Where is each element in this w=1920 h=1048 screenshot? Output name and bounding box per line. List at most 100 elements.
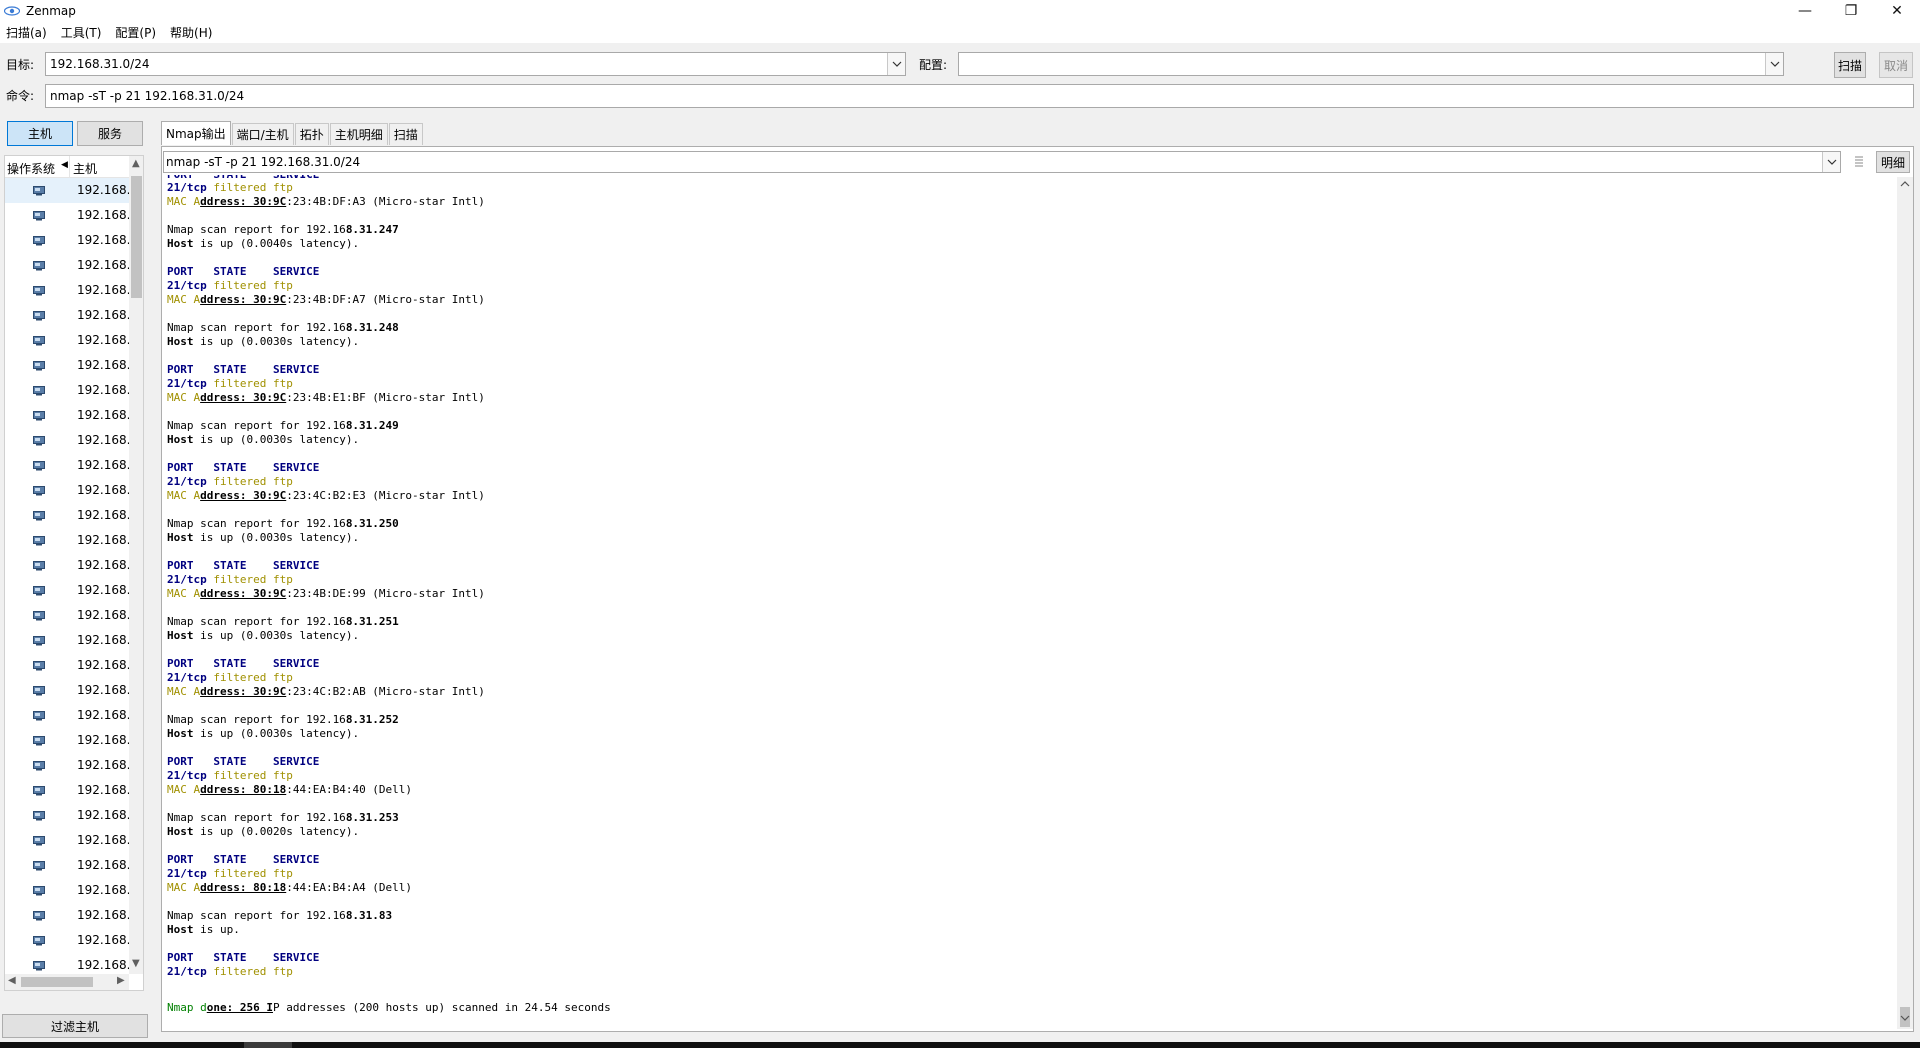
host-row[interactable]: 192.168.3 bbox=[5, 328, 129, 353]
sort-arrow-icon: ◀ bbox=[61, 160, 68, 170]
mac-suffix: :44:EA:B4:40 (Dell) bbox=[286, 783, 413, 796]
log-mac-line: MAC Address: 80:18:44:EA:B4:40 (Dell) bbox=[167, 783, 1895, 797]
menu-scan[interactable]: 扫描(a) bbox=[6, 24, 47, 41]
host-row[interactable]: 192.168.3 bbox=[5, 478, 129, 503]
host-row[interactable]: 192.168.3 bbox=[5, 603, 129, 628]
menu-profile[interactable]: 配置(P) bbox=[115, 24, 156, 41]
target-dropdown-chevron-icon[interactable] bbox=[887, 53, 905, 75]
host-row[interactable]: 192.168.3 bbox=[5, 803, 129, 828]
output-command-value: nmap -sT -p 21 192.168.31.0/24 bbox=[166, 155, 361, 169]
os-unknown-icon bbox=[33, 610, 45, 624]
host-ip: 192.168.3 bbox=[77, 383, 129, 397]
output-command-combobox[interactable]: nmap -sT -p 21 192.168.31.0/24 bbox=[163, 151, 1841, 173]
scroll-left-arrow-icon[interactable]: ◀ bbox=[8, 975, 16, 986]
host-row[interactable]: 192.168.3 bbox=[5, 578, 129, 603]
profile-dropdown-chevron-icon[interactable] bbox=[1765, 53, 1783, 75]
column-header-os[interactable]: 操作系统 bbox=[7, 160, 55, 177]
host-row[interactable]: 192.168.3 bbox=[5, 278, 129, 303]
tab-topology[interactable]: 拓扑 bbox=[294, 123, 329, 145]
host-list: 操作系统 ◀ 主机 192.168.3192.168.3192.168.3192… bbox=[4, 155, 144, 991]
taskbar-app-button[interactable] bbox=[244, 1042, 292, 1048]
menu-help[interactable]: 帮助(H) bbox=[170, 24, 212, 41]
host-row[interactable]: 192.168.3 bbox=[5, 528, 129, 553]
host-row[interactable]: 192.168.3 bbox=[5, 228, 129, 253]
host-row[interactable]: 192.168.3 bbox=[5, 653, 129, 678]
port-header-text: PORT STATE SERVICE bbox=[167, 265, 320, 278]
os-unknown-icon bbox=[33, 260, 45, 274]
log-blank-line bbox=[167, 839, 1895, 853]
scroll-up-arrow-icon[interactable]: ▲ bbox=[132, 158, 140, 169]
host-row[interactable]: 192.168.3 bbox=[5, 203, 129, 228]
profile-combobox[interactable] bbox=[958, 52, 1784, 76]
host-row[interactable]: 192.168.3 bbox=[5, 178, 129, 203]
tab-host-details[interactable]: 主机明细 bbox=[329, 123, 388, 145]
tab-nmap-output[interactable]: Nmap输出 bbox=[161, 121, 231, 145]
host-row[interactable]: 192.168.3 bbox=[5, 928, 129, 953]
host-row[interactable]: 192.168.3 bbox=[5, 753, 129, 778]
host-row[interactable]: 192.168.3 bbox=[5, 428, 129, 453]
log-port-line: 21/tcp filtered ftp bbox=[167, 965, 1895, 979]
output-scroll-down-arrow-icon[interactable] bbox=[1900, 1013, 1910, 1024]
host-row[interactable]: 192.168.3 bbox=[5, 878, 129, 903]
log-blank-line bbox=[167, 209, 1895, 223]
host-row[interactable]: 192.168.3 bbox=[5, 828, 129, 853]
output-scroll-up-arrow-icon[interactable] bbox=[1900, 179, 1910, 190]
done-prefix: Nmap d bbox=[167, 1001, 207, 1014]
highlight-lines-icon[interactable] bbox=[1854, 155, 1864, 172]
host-row[interactable]: 192.168.3 bbox=[5, 503, 129, 528]
log-host-up-line: Host is up (0.0030s latency). bbox=[167, 335, 1895, 349]
column-divider[interactable] bbox=[69, 156, 70, 178]
host-row[interactable]: 192.168.3 bbox=[5, 628, 129, 653]
log-port-header: PORT STATE SERVICE bbox=[167, 657, 1895, 671]
scroll-thumb[interactable] bbox=[131, 176, 142, 298]
mac-prefix: MAC A bbox=[167, 881, 201, 894]
restore-button[interactable]: ❐ bbox=[1828, 0, 1874, 22]
host-row[interactable]: 192.168.3 bbox=[5, 703, 129, 728]
host-row[interactable]: 192.168.3 bbox=[5, 353, 129, 378]
host-ip: 192.168.3 bbox=[77, 308, 129, 322]
details-button[interactable]: 明细 bbox=[1876, 151, 1910, 173]
cancel-button[interactable]: 取消 bbox=[1879, 52, 1913, 78]
command-label: 命令: bbox=[6, 89, 35, 103]
host-row[interactable]: 192.168.3 bbox=[5, 253, 129, 278]
port-header-text: PORT STATE SERVICE bbox=[167, 951, 320, 964]
scroll-down-arrow-icon[interactable]: ▼ bbox=[132, 958, 140, 969]
host-row[interactable]: 192.168.3 bbox=[5, 303, 129, 328]
host-ip: 192.168.3 bbox=[77, 683, 129, 697]
filter-hosts-button[interactable]: 过滤主机 bbox=[2, 1014, 148, 1038]
scroll-right-arrow-icon[interactable]: ▶ bbox=[117, 975, 125, 986]
host-ip: 192.168.3 bbox=[77, 408, 129, 422]
host-row[interactable]: 192.168.3 bbox=[5, 678, 129, 703]
command-input[interactable]: nmap -sT -p 21 192.168.31.0/24 bbox=[45, 84, 1914, 108]
target-combobox[interactable]: 192.168.31.0/24 bbox=[45, 52, 906, 76]
services-toggle-button[interactable]: 服务 bbox=[77, 121, 143, 146]
output-vertical-scrollbar[interactable] bbox=[1897, 177, 1913, 1029]
scan-button[interactable]: 扫描 bbox=[1834, 52, 1866, 78]
host-list-vertical-scrollbar[interactable]: ▲ ▼ bbox=[129, 156, 143, 974]
host-row[interactable]: 192.168.3 bbox=[5, 778, 129, 803]
close-button[interactable]: ✕ bbox=[1874, 0, 1920, 22]
host-row[interactable]: 192.168.3 bbox=[5, 378, 129, 403]
column-header-host[interactable]: 主机 bbox=[73, 160, 97, 177]
host-row[interactable]: 192.168.3 bbox=[5, 903, 129, 928]
host-row[interactable]: 192.168.3 bbox=[5, 728, 129, 753]
hosts-toggle-button[interactable]: 主机 bbox=[7, 121, 73, 146]
nmap-output-text[interactable]: PORT STATE SERVICE21/tcp filtered ftpMAC… bbox=[167, 175, 1895, 1029]
host-row[interactable]: 192.168.3 bbox=[5, 403, 129, 428]
output-dropdown-chevron-icon[interactable] bbox=[1822, 152, 1840, 172]
minimize-button[interactable]: — bbox=[1782, 0, 1828, 22]
target-label: 目标: bbox=[6, 58, 35, 72]
host-ip: 192.168.3 bbox=[77, 208, 129, 222]
host-row[interactable]: 192.168.3 bbox=[5, 953, 129, 974]
host-row[interactable]: 192.168.3 bbox=[5, 453, 129, 478]
h-scroll-thumb[interactable] bbox=[21, 977, 93, 987]
mac-suffix: :23:4C:B2:E3 (Micro-star Intl) bbox=[286, 489, 485, 502]
menu-tools[interactable]: 工具(T) bbox=[61, 24, 102, 41]
host-row[interactable]: 192.168.3 bbox=[5, 553, 129, 578]
host-row[interactable]: 192.168.3 bbox=[5, 853, 129, 878]
host-up-text: Host is up (0.0030s latency). bbox=[167, 629, 360, 642]
log-blank-line bbox=[167, 601, 1895, 615]
host-list-horizontal-scrollbar[interactable]: ◀ ▶ bbox=[5, 974, 129, 990]
tab-scans[interactable]: 扫描 bbox=[388, 123, 423, 145]
tab-ports-hosts[interactable]: 端口/主机 bbox=[231, 123, 294, 145]
